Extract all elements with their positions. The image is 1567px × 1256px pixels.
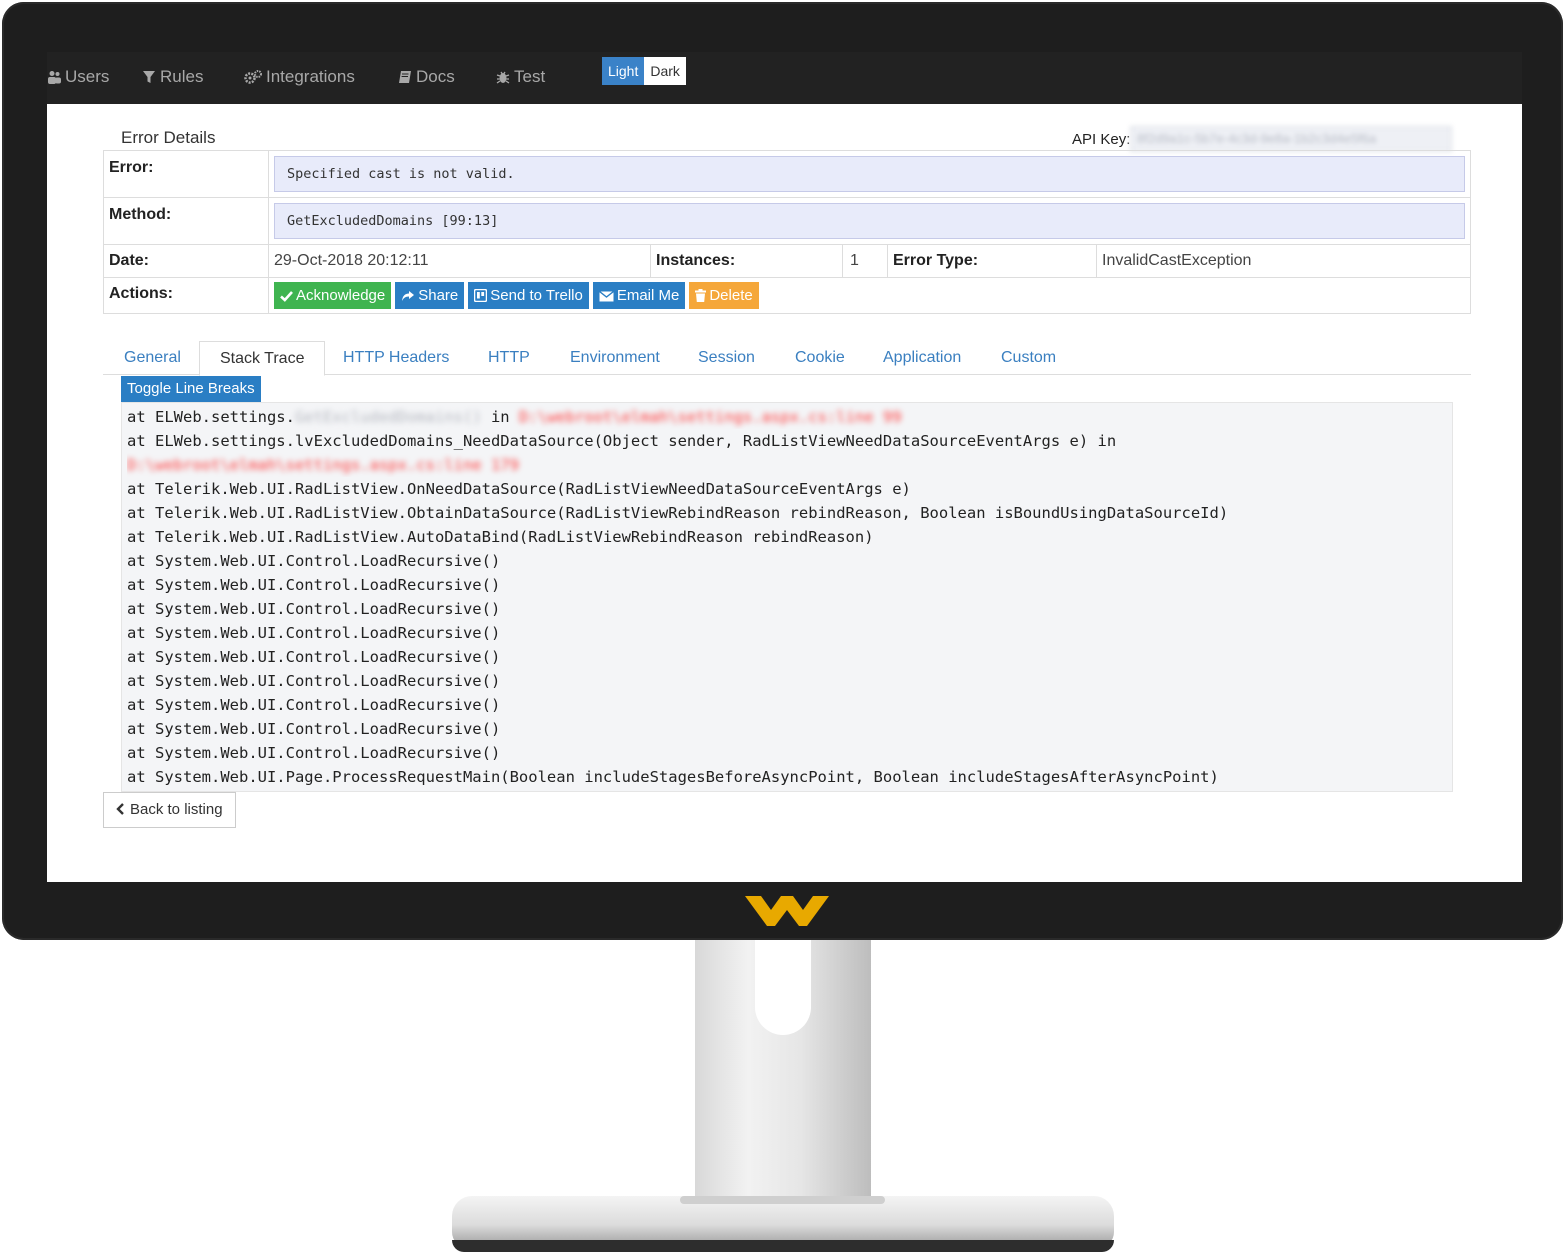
- delete-label: Delete: [709, 287, 753, 304]
- tab-custom[interactable]: Custom: [1001, 341, 1056, 375]
- send-to-trello-label: Send to Trello: [490, 287, 583, 304]
- detail-tabs: General Stack Trace HTTP Headers HTTP En…: [103, 341, 1471, 376]
- page-title: Error Details: [121, 128, 216, 147]
- bug-icon: [496, 71, 510, 84]
- send-to-trello-button[interactable]: Send to Trello: [468, 282, 589, 309]
- error-type-label: Error Type:: [887, 244, 1097, 278]
- trace-line: D:\webroot\elmah\settings.aspx.cs:line 1…: [127, 453, 1447, 477]
- trace-line: at System.Web.UI.Control.LoadRecursive(): [127, 696, 501, 714]
- error-label: Error:: [103, 150, 269, 198]
- trace-line: at System.Web.UI.Page.ProcessRequestMain…: [127, 768, 1219, 786]
- nav-item-users[interactable]: Users: [47, 62, 109, 92]
- trace-line: at System.Web.UI.Control.LoadRecursive(): [127, 720, 501, 738]
- nav-item-label: Docs: [416, 67, 455, 86]
- method-value: GetExcludedDomains [99:13]: [274, 203, 1465, 239]
- email-me-button[interactable]: Email Me: [592, 282, 686, 309]
- date-row: Date: 29-Oct-2018 20:12:11 Instances: 1 …: [103, 244, 1471, 278]
- check-icon: [280, 291, 293, 302]
- instances-value: 1: [842, 244, 888, 278]
- method-label: Method:: [103, 197, 269, 245]
- stand-base-edge: [452, 1240, 1114, 1252]
- nav-item-label: Users: [65, 67, 110, 86]
- stand-cable-hole: [755, 940, 811, 1035]
- trace-line: at ELWeb.settings.GetExcludedDomains() i…: [127, 405, 1447, 429]
- error-type-value: InvalidCastException: [1096, 244, 1471, 278]
- trace-line: at System.Web.UI.Control.LoadRecursive(): [127, 600, 501, 618]
- tab-session[interactable]: Session: [698, 341, 755, 375]
- tab-http[interactable]: HTTP: [488, 341, 530, 375]
- acknowledge-label: Acknowledge: [296, 287, 386, 304]
- actions-label: Actions:: [103, 277, 269, 314]
- tab-environment[interactable]: Environment: [570, 341, 660, 375]
- chevron-left-icon: [116, 803, 124, 815]
- share-label: Share: [418, 287, 459, 304]
- filter-icon: [143, 71, 155, 83]
- trace-line: at Telerik.Web.UI.RadListView.AutoDataBi…: [127, 528, 874, 546]
- nav-item-label: Test: [514, 67, 546, 86]
- nav-item-integrations[interactable]: Integrations: [244, 62, 355, 92]
- theme-switch: Light Dark: [602, 57, 686, 85]
- acknowledge-button[interactable]: Acknowledge: [274, 282, 392, 309]
- trello-icon: [474, 288, 488, 303]
- tab-general[interactable]: General: [124, 341, 181, 375]
- api-key-label: API Key:: [1072, 131, 1131, 148]
- error-row: Error: Specified cast is not valid.: [103, 150, 1471, 198]
- tab-application[interactable]: Application: [883, 341, 961, 375]
- delete-button[interactable]: Delete: [689, 282, 759, 309]
- redacted-method: GetExcludedDomains(): [294, 408, 482, 426]
- api-key-value: 8f2d9a1c-5b7e-4c3d-9e8a-1b2c3d4e5f6a: [1130, 126, 1452, 152]
- trace-text: in: [481, 408, 519, 426]
- theme-dark-button[interactable]: Dark: [644, 57, 686, 85]
- nav-item-label: Rules: [160, 67, 204, 86]
- trace-text: at ELWeb.settings.: [127, 408, 295, 426]
- screen: Users Rules Integrations Docs Test Light…: [47, 52, 1522, 882]
- trace-line: at System.Web.UI.Control.LoadRecursive(): [127, 624, 501, 642]
- share-button[interactable]: Share: [395, 282, 465, 309]
- method-row: Method: GetExcludedDomains [99:13]: [103, 197, 1471, 245]
- date-label: Date:: [103, 244, 269, 278]
- stack-trace: at ELWeb.settings.GetExcludedDomains() i…: [121, 402, 1453, 792]
- trace-line: at Telerik.Web.UI.RadListView.ObtainData…: [127, 504, 1229, 522]
- error-details-table: Error: Specified cast is not valid. Meth…: [103, 150, 1471, 314]
- actions-row: Actions: Acknowledge Share Send to Trell…: [103, 277, 1471, 314]
- instances-label: Instances:: [650, 244, 843, 278]
- error-value: Specified cast is not valid.: [274, 156, 1465, 192]
- action-buttons: Acknowledge Share Send to Trello Email M…: [269, 278, 1470, 313]
- tab-cookie[interactable]: Cookie: [795, 341, 845, 375]
- book-icon: [399, 71, 411, 83]
- trace-line: at System.Web.UI.Control.LoadRecursive(): [127, 576, 501, 594]
- trace-line: at System.Web.UI.Control.LoadRecursive(): [127, 672, 501, 690]
- back-to-listing-label: Back to listing: [130, 801, 223, 818]
- redacted-path: D:\webroot\elmah\settings.aspx.cs:line 9…: [518, 408, 902, 426]
- users-icon: [48, 71, 61, 84]
- trace-line: at Telerik.Web.UI.RadListView.OnNeedData…: [127, 480, 911, 498]
- brand-logo-icon: [745, 896, 829, 926]
- share-icon: [402, 291, 415, 301]
- envelope-icon: [598, 290, 614, 302]
- toggle-line-breaks-button[interactable]: Toggle Line Breaks: [121, 376, 261, 402]
- nav-item-label: Integrations: [266, 67, 355, 86]
- redacted-path: D:\webroot\elmah\settings.aspx.cs:line 1…: [127, 456, 519, 474]
- tab-stack-trace[interactable]: Stack Trace: [199, 341, 326, 376]
- date-value: 29-Oct-2018 20:12:11: [268, 244, 651, 278]
- trace-line: at System.Web.UI.Control.LoadRecursive(): [127, 648, 501, 666]
- stand-base-joint: [680, 1196, 885, 1204]
- nav-item-rules[interactable]: Rules: [142, 62, 203, 92]
- trash-icon: [695, 289, 707, 302]
- back-to-listing-button[interactable]: Back to listing: [103, 792, 236, 828]
- top-navbar: Users Rules Integrations Docs Test Light…: [47, 52, 1522, 104]
- trace-line: at System.Web.UI.Control.LoadRecursive(): [127, 744, 501, 762]
- nav-item-test[interactable]: Test: [496, 62, 545, 92]
- tab-http-headers[interactable]: HTTP Headers: [343, 341, 449, 375]
- trace-line: at ELWeb.settings.lvExcludedDomains_Need…: [127, 432, 1117, 450]
- nav-item-docs[interactable]: Docs: [398, 62, 455, 92]
- trace-line: at System.Web.UI.Control.LoadRecursive(): [127, 552, 501, 570]
- theme-light-button[interactable]: Light: [602, 57, 645, 85]
- cogs-icon: [244, 70, 262, 84]
- email-me-label: Email Me: [616, 287, 680, 304]
